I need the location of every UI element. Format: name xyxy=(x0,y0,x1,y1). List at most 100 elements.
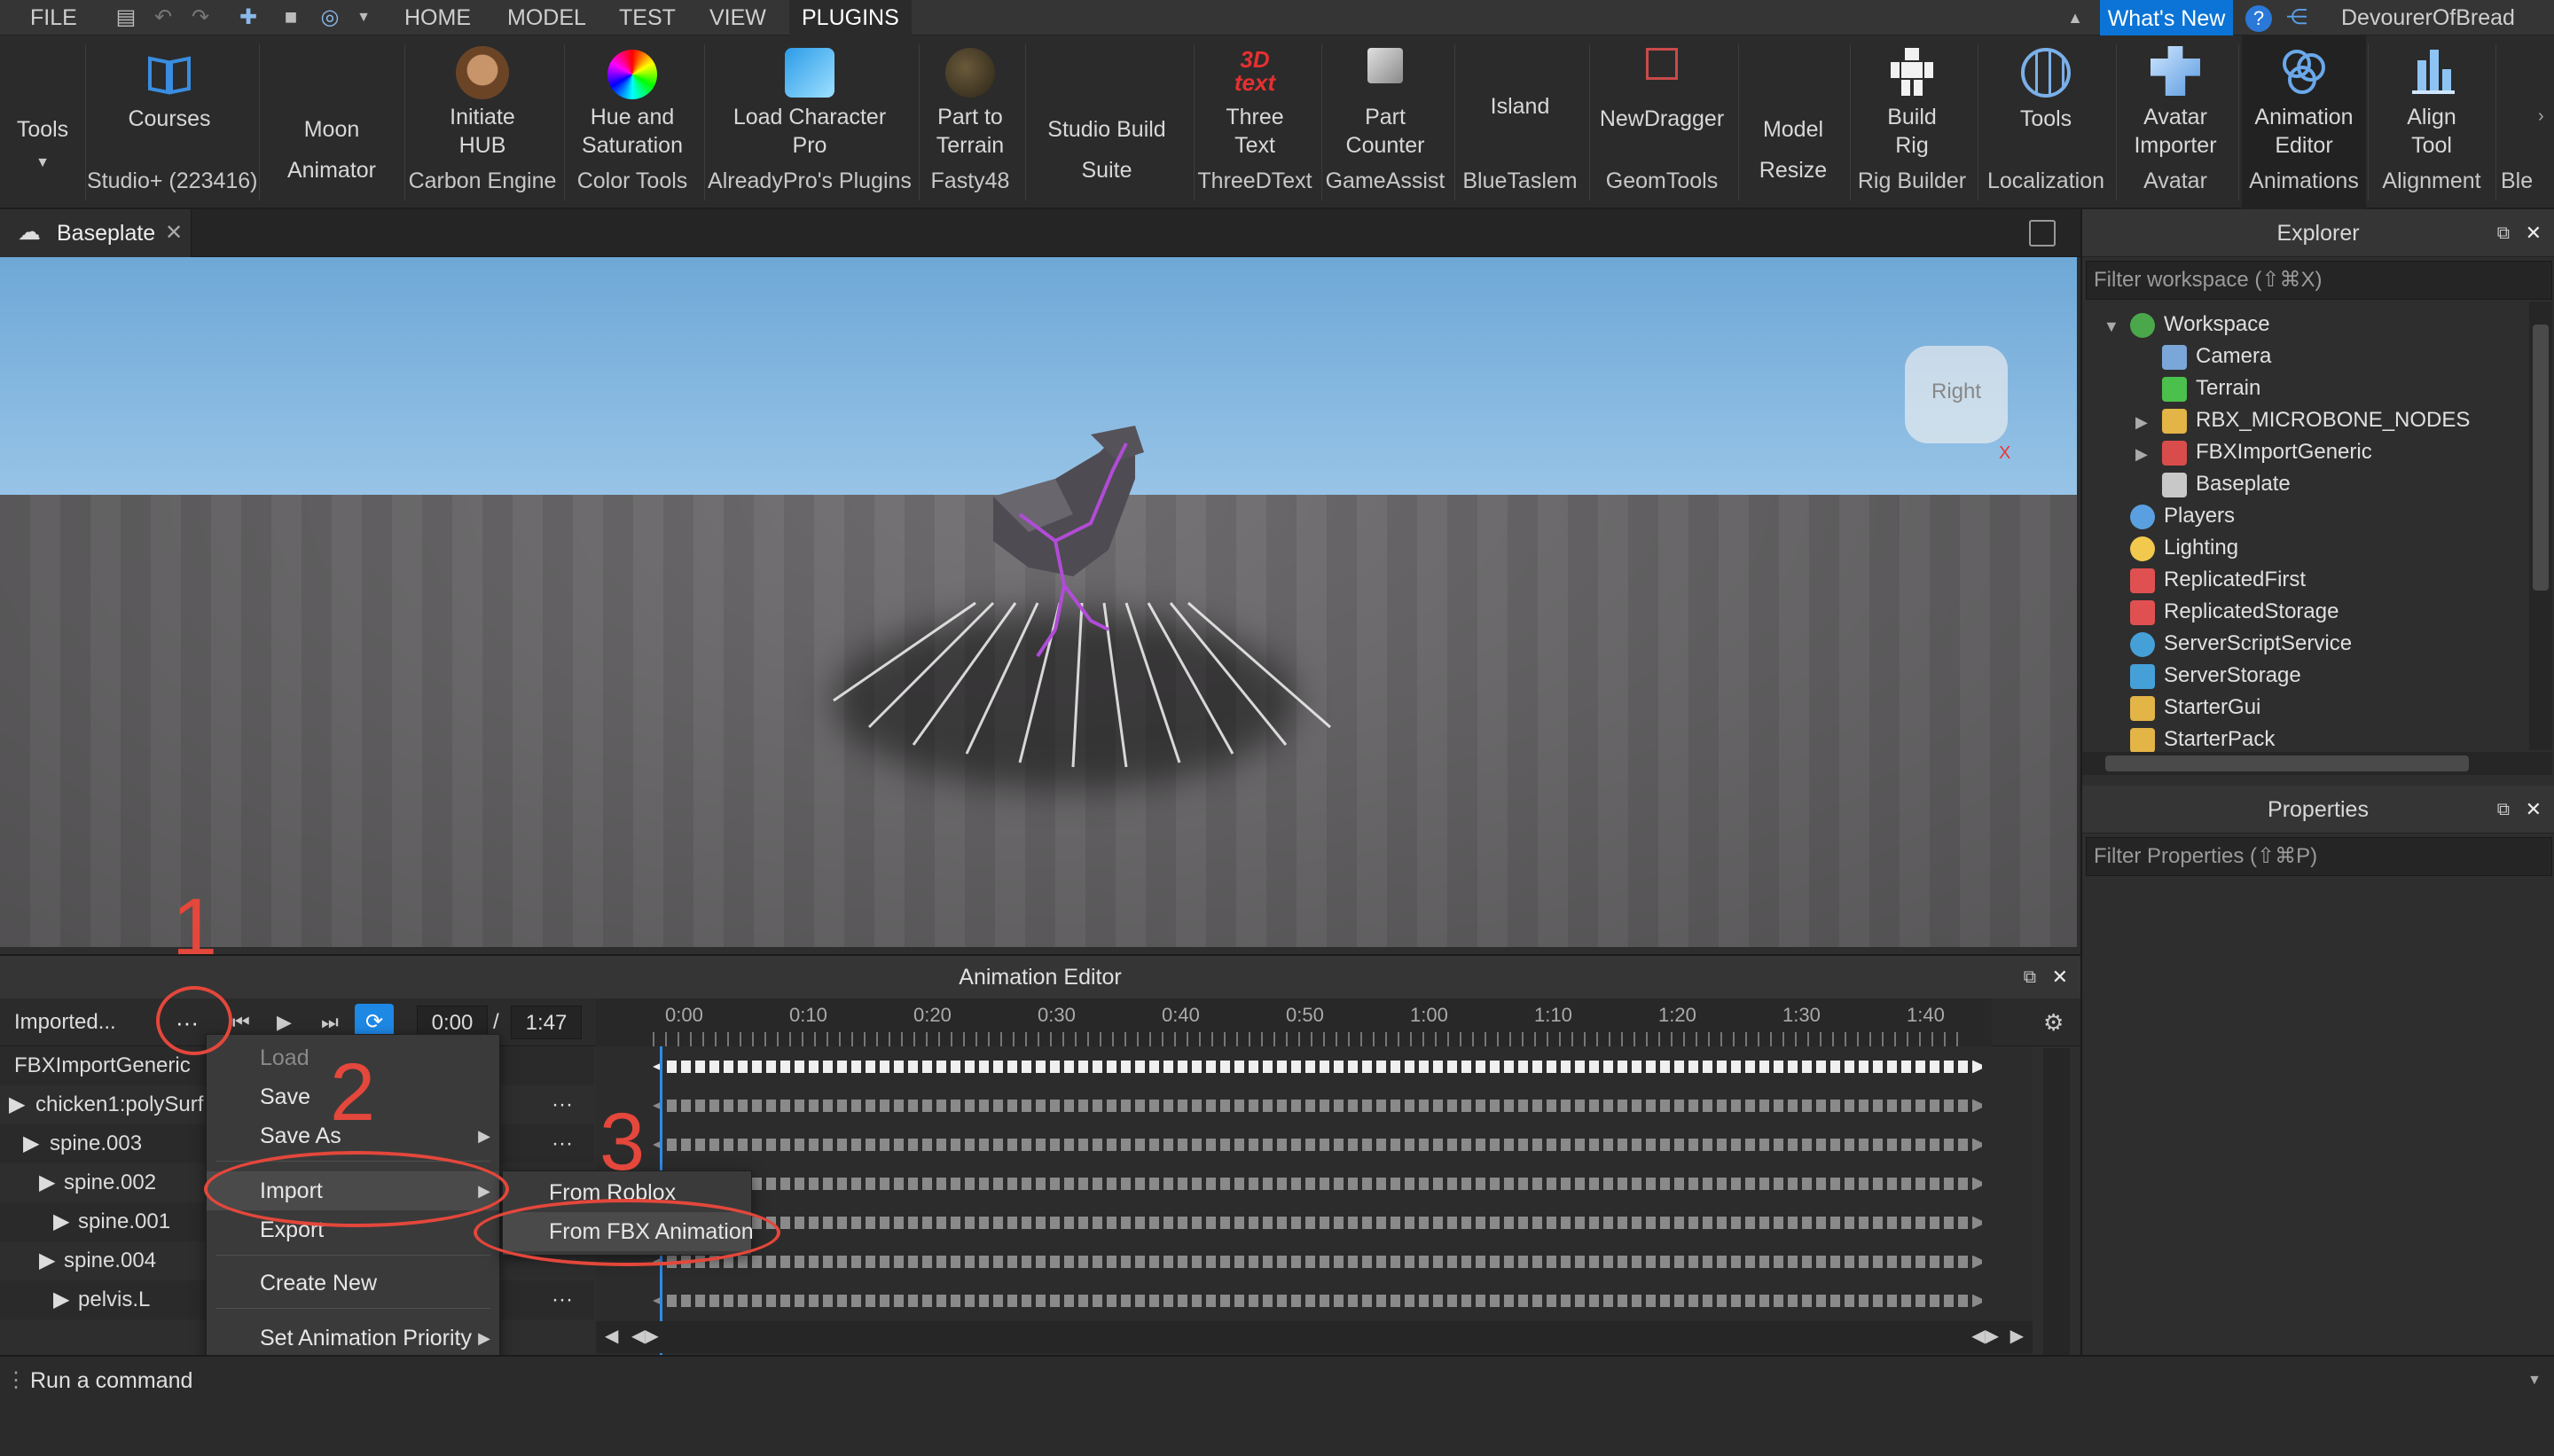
tree-item-players[interactable]: Players xyxy=(2130,500,2235,532)
collapse-ribbon-icon[interactable]: ▲ xyxy=(2063,5,2088,30)
expand-arrow-icon[interactable]: ▶ xyxy=(2135,413,2148,432)
ribbon-newdragger[interactable]: NewDragger GeomTools xyxy=(1591,35,1733,209)
ribbon-island[interactable]: Island BlueTaslem xyxy=(1456,35,1584,209)
ribbon-load-character-pro[interactable]: Load Character Pro AlreadyPro's Plugins xyxy=(706,35,913,209)
tree-item-baseplate[interactable]: Baseplate xyxy=(2162,468,2291,500)
keyframe-strip[interactable] xyxy=(653,1178,1986,1190)
tab-plugins[interactable]: PLUGINS xyxy=(789,0,912,35)
ribbon-avatar-importer[interactable]: Avatar Importer Avatar xyxy=(2118,35,2233,209)
view-cube[interactable]: Right xyxy=(1905,346,2008,443)
undo-icon[interactable]: ↶ xyxy=(151,5,176,30)
menu-item-create-new[interactable]: Create New xyxy=(207,1264,499,1303)
baseplate-tab[interactable]: ☁ Baseplate ✕ xyxy=(0,209,192,257)
properties-filter-input[interactable]: Filter Properties (⇧⌘P) xyxy=(2086,837,2552,876)
explorer-vertical-scrollbar[interactable] xyxy=(2529,301,2552,750)
tab-home[interactable]: HOME xyxy=(392,0,483,35)
ribbon-overflow-item[interactable]: Ble xyxy=(2497,35,2536,209)
close-icon[interactable]: ✕ xyxy=(2052,956,2068,998)
ribbon-scroll-right-icon[interactable]: › xyxy=(2538,106,2544,127)
scroll-left-icon[interactable]: ◀ xyxy=(605,1325,618,1347)
track-options-button[interactable]: ··· xyxy=(552,1085,573,1124)
chicken-model[interactable] xyxy=(958,417,1206,683)
ribbon-build-rig[interactable]: Build Rig Rig Builder xyxy=(1852,35,1972,209)
menu-item-set-animation-priority[interactable]: Set Animation Priority ▶ xyxy=(207,1319,499,1358)
zoom-handle-icon[interactable]: ◀▶ xyxy=(631,1325,659,1347)
stop-icon[interactable]: ■ xyxy=(278,5,303,30)
timeline-ruler[interactable]: 0:00 0:10 0:20 0:30 0:40 0:50 1:00 1:10 … xyxy=(596,998,1992,1046)
close-tab-icon[interactable]: ✕ xyxy=(165,209,183,257)
undock-icon[interactable]: ⧉ xyxy=(2497,786,2510,834)
track-options-button[interactable]: ··· xyxy=(552,1124,573,1163)
total-time-field[interactable]: 1:47 xyxy=(511,1006,582,1039)
close-icon[interactable]: ✕ xyxy=(2526,209,2542,257)
tree-item-lighting[interactable]: Lighting xyxy=(2130,532,2238,564)
keyframe-strip[interactable] xyxy=(653,1061,1986,1073)
tree-item-starterpack[interactable]: StarterPack xyxy=(2130,724,2275,752)
track-options-button[interactable]: ··· xyxy=(552,1280,573,1319)
tree-item-terrain[interactable]: Terrain xyxy=(2162,372,2260,404)
tree-item-replicatedstorage[interactable]: ReplicatedStorage xyxy=(2130,596,2339,628)
tree-item-fbximportgeneric[interactable]: FBXImportGeneric xyxy=(2162,436,2372,468)
zoom-handle-icon[interactable]: ◀▶ xyxy=(1971,1325,1999,1347)
scroll-thumb[interactable] xyxy=(2533,325,2549,591)
expand-arrow-icon[interactable]: ▼ xyxy=(2104,317,2119,336)
chevron-down-icon[interactable]: ▼ xyxy=(2527,1357,2542,1405)
keyframe-strip[interactable] xyxy=(653,1139,1986,1151)
ribbon-localization-tools[interactable]: Tools Localization xyxy=(1979,35,2112,209)
plugin-icon[interactable]: ✚ xyxy=(236,5,261,30)
whats-new-button[interactable]: What's New xyxy=(2100,0,2233,37)
ribbon-moon-animator[interactable]: Moon Animator xyxy=(262,35,401,209)
new-file-icon[interactable]: ▤ xyxy=(114,5,138,30)
tree-item-serverscriptservice[interactable]: ServerScriptService xyxy=(2130,628,2352,660)
ribbon-initiate-hub[interactable]: Initiate HUB Carbon Engine xyxy=(406,35,559,209)
help-icon[interactable]: ? xyxy=(2245,5,2272,32)
scroll-thumb[interactable] xyxy=(2105,755,2469,771)
ribbon-part-to-terrain[interactable]: Part to Terrain Fasty48 xyxy=(921,35,1020,209)
expand-arrow-icon[interactable]: ▶ xyxy=(39,1241,55,1280)
tree-item-serverstorage[interactable]: ServerStorage xyxy=(2130,660,2301,692)
explorer-horizontal-scrollbar[interactable] xyxy=(2082,752,2552,775)
username[interactable]: DevourerOfBread xyxy=(2329,0,2527,35)
scroll-right-icon[interactable]: ▶ xyxy=(2010,1325,2024,1347)
redo-icon[interactable]: ↷ xyxy=(188,5,213,30)
expand-arrow-icon[interactable]: ▶ xyxy=(53,1202,69,1241)
expand-arrow-icon[interactable]: ▶ xyxy=(53,1280,69,1319)
ribbon-model-resize[interactable]: Model Resize xyxy=(1740,35,1846,209)
tree-item-microbone-nodes[interactable]: RBX_MICROBONE_NODES xyxy=(2162,404,2470,436)
ribbon-part-counter[interactable]: Part Counter GameAssist xyxy=(1323,35,1447,209)
expand-arrow-icon[interactable]: ▶ xyxy=(23,1124,39,1163)
undock-icon[interactable]: ⧉ xyxy=(2497,209,2510,257)
ribbon-animation-editor[interactable]: Animation Editor Animations xyxy=(2242,35,2366,209)
ribbon-tools[interactable]: Tools ▼ xyxy=(5,35,80,209)
tree-item-camera[interactable]: Camera xyxy=(2162,341,2271,372)
chevron-down-icon[interactable]: ▼ xyxy=(351,5,376,30)
timeline-settings-gear-icon[interactable]: ⚙ xyxy=(2043,998,2064,1046)
undock-icon[interactable]: ⧉ xyxy=(2024,956,2036,998)
timeline-vertical-scrollbar[interactable] xyxy=(2043,1048,2070,1392)
tree-item-workspace[interactable]: Workspace xyxy=(2130,309,2270,341)
ribbon-align-tool[interactable]: Align Tool Alignment xyxy=(2370,35,2494,209)
command-input[interactable]: Run a command xyxy=(21,1360,2536,1401)
tab-test[interactable]: TEST xyxy=(607,0,688,35)
expand-arrow-icon[interactable]: ▶ xyxy=(9,1085,25,1124)
tree-item-startergui[interactable]: StarterGui xyxy=(2130,692,2260,724)
close-icon[interactable]: ✕ xyxy=(2526,786,2542,834)
keyframe-strip[interactable] xyxy=(653,1295,1986,1307)
tree-item-replicatedfirst[interactable]: ReplicatedFirst xyxy=(2130,564,2306,596)
ribbon-studio-build-suite[interactable]: Studio Build Suite xyxy=(1027,35,1187,209)
tab-view[interactable]: VIEW xyxy=(697,0,779,35)
expand-arrow-icon[interactable]: ▶ xyxy=(39,1163,55,1202)
expand-arrow-icon[interactable]: ▶ xyxy=(2135,445,2148,464)
keyframe-strip[interactable] xyxy=(653,1256,1986,1268)
timeline-horizontal-scrollbar[interactable]: ◀ ◀▶ ◀▶ ▶ xyxy=(596,1321,2033,1353)
window-layout-icon[interactable] xyxy=(2029,220,2056,247)
tab-model[interactable]: MODEL xyxy=(495,0,599,35)
ribbon-hue-saturation[interactable]: Hue and Saturation Color Tools xyxy=(566,35,699,209)
ribbon-courses[interactable]: Courses Studio+ (223416) xyxy=(87,35,258,209)
keyframe-strip[interactable] xyxy=(653,1217,1986,1229)
ribbon-three-text[interactable]: 3D text Three Text ThreeDText xyxy=(1195,35,1314,209)
explorer-filter-input[interactable]: Filter workspace (⇧⌘X) xyxy=(2086,261,2552,300)
keyframe-strip[interactable] xyxy=(653,1100,1986,1112)
file-menu[interactable]: FILE xyxy=(18,0,90,35)
share-icon[interactable]: ⋲ xyxy=(2284,5,2309,30)
